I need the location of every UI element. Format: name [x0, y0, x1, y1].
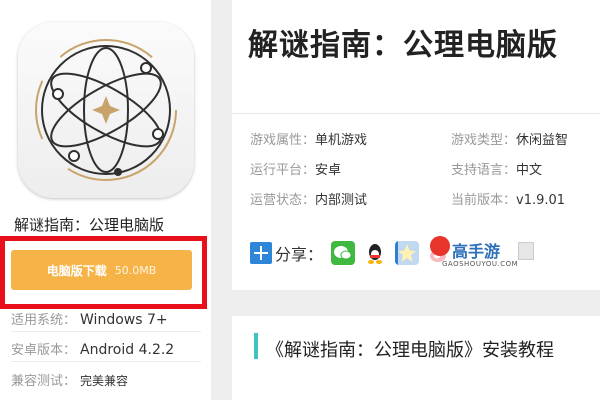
- section-accent-bar: [254, 333, 258, 359]
- attr-key: 游戏属性：: [250, 133, 316, 148]
- attr-value: 休闲益智: [516, 133, 569, 148]
- attr-language: 支持语言：中文: [451, 159, 542, 178]
- meta-compat-value: 完美兼容: [80, 374, 129, 388]
- app-icon[interactable]: [18, 22, 194, 198]
- attr-game-type: 游戏类型：休闲益智: [451, 129, 568, 148]
- app-sidebar: 解谜指南：公理电脑版 电脑版下载 50.0MB 适用系统： Windows 7+ …: [0, 0, 211, 400]
- meta-divider: [11, 331, 201, 332]
- download-button-label: 电脑版下载: [46, 263, 107, 278]
- attr-value: 中文: [516, 163, 543, 178]
- attr-version: 当前版本：v1.9.01: [451, 189, 565, 208]
- attr-key: 运营状态：: [250, 193, 316, 208]
- page-title: 解谜指南：公理电脑版: [248, 28, 558, 63]
- attr-status: 运营状态：内部测试: [250, 189, 367, 208]
- tutorial-section: 《解谜指南：公理电脑版》安装教程: [232, 316, 600, 400]
- meta-compat-key: 兼容测试：: [11, 374, 77, 389]
- meta-os-key: 适用系统：: [11, 313, 77, 328]
- atom-compass-icon: [35, 39, 177, 181]
- site-watermark: 高手游 GAOSHOUYOU.COM: [398, 234, 534, 274]
- share-label: 分享：: [275, 245, 324, 264]
- meta-divider: [11, 361, 201, 362]
- attr-key: 游戏类型：: [451, 133, 517, 148]
- meta-os-value: Windows 7+: [80, 312, 168, 328]
- copy-icon[interactable]: [518, 242, 534, 260]
- meta-android-key: 安卓版本：: [11, 343, 77, 358]
- watermark-domain: GAOSHOUYOU.COM: [442, 260, 519, 268]
- wechat-icon[interactable]: [331, 241, 356, 265]
- meta-android: 安卓版本： Android 4.2.2: [11, 339, 174, 358]
- site-logo-icon: [430, 236, 450, 256]
- attr-value: 单机游戏: [315, 133, 368, 148]
- download-size: 50.0MB: [114, 263, 157, 277]
- attr-value: 安卓: [315, 163, 342, 178]
- meta-compat: 兼容测试： 完美兼容: [11, 370, 128, 389]
- attr-key: 运行平台：: [250, 163, 316, 178]
- watermark-name: 高手游: [452, 242, 501, 261]
- meta-os: 适用系统： Windows 7+: [11, 309, 168, 328]
- attr-platform: 运行平台：安卓: [250, 159, 341, 178]
- meta-android-value: Android 4.2.2: [80, 342, 175, 358]
- tutorial-title[interactable]: 《解谜指南：公理电脑版》安装教程: [266, 336, 554, 362]
- attr-value: 内部测试: [315, 193, 368, 208]
- attr-game-property: 游戏属性：单机游戏: [250, 129, 367, 148]
- qq-icon[interactable]: [363, 241, 388, 265]
- share-plus-icon[interactable]: [250, 242, 272, 264]
- attr-value: v1.9.01: [516, 193, 566, 208]
- title-divider: [232, 113, 600, 114]
- download-button[interactable]: 电脑版下载 50.0MB: [11, 250, 192, 290]
- attr-key: 当前版本：: [451, 193, 517, 208]
- app-name: 解谜指南：公理电脑版: [14, 216, 165, 234]
- attr-key: 支持语言：: [451, 163, 517, 178]
